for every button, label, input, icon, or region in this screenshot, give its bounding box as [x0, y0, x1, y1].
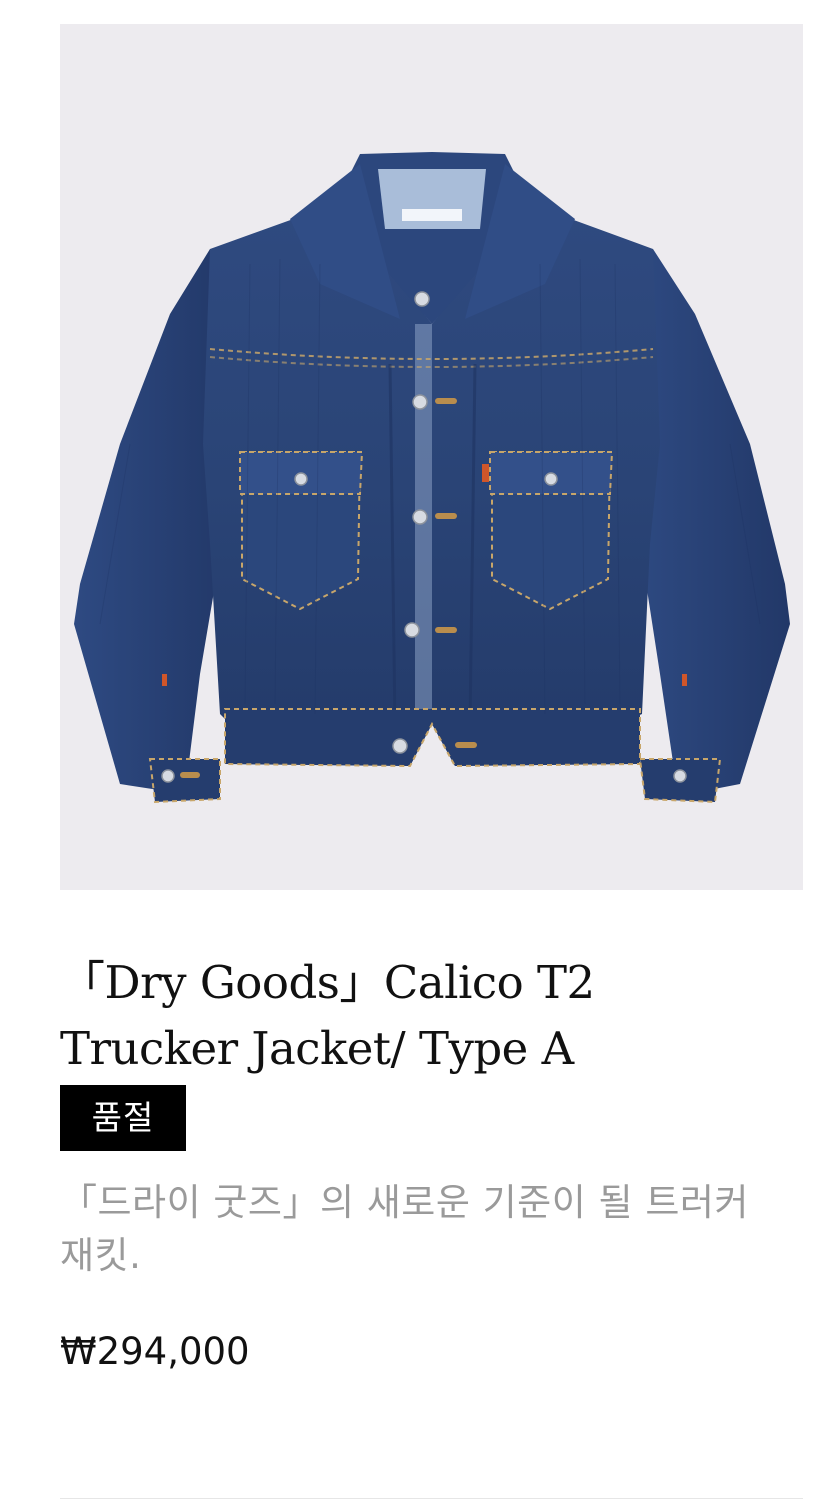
sold-out-badge: 품절 [60, 1085, 186, 1151]
product-price: ₩294,000 [60, 1330, 250, 1373]
right-sleeve [633, 249, 790, 796]
product-image[interactable] [60, 24, 803, 890]
product-title[interactable]: 「Dry Goods」Calico T2 Trucker Jacket/ Typ… [60, 950, 760, 1082]
divider [60, 1498, 803, 1499]
left-sleeve [74, 249, 230, 794]
product-description: 「드라이 굿즈」의 새로운 기준이 될 트러커 재킷. [60, 1181, 749, 1277]
product-card: 「Dry Goods」Calico T2 Trucker Jacket/ Typ… [0, 0, 830, 1500]
denim-jacket-illustration [74, 152, 790, 804]
